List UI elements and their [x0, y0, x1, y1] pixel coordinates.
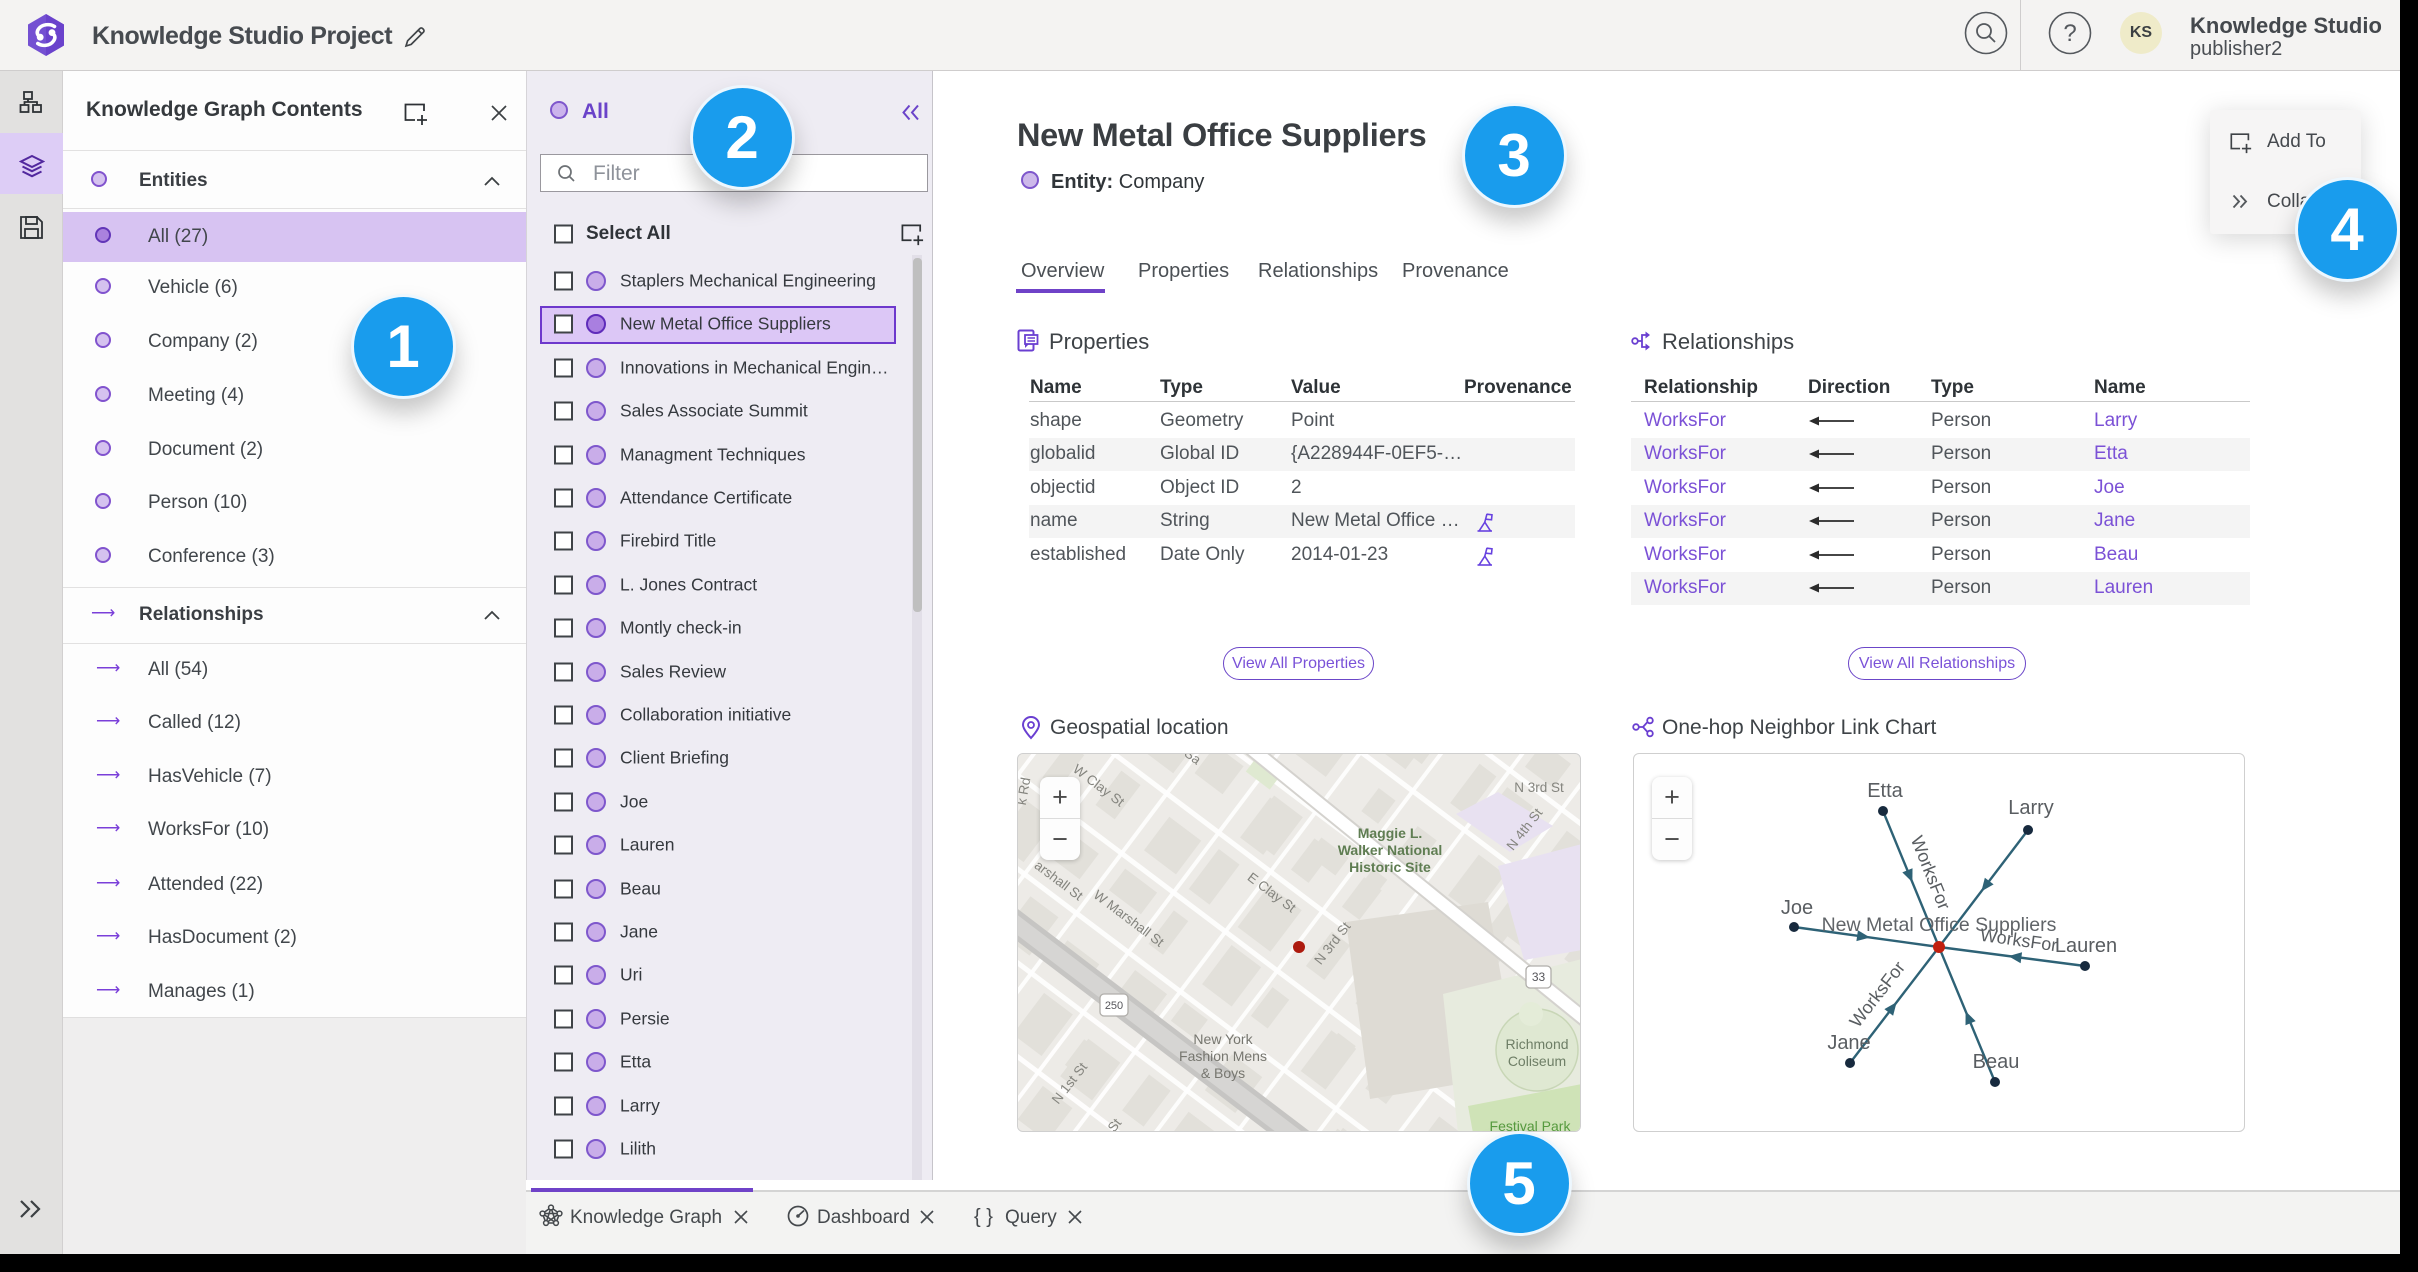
svg-text:Coliseum: Coliseum [1508, 1053, 1566, 1069]
svg-text:Joe: Joe [1781, 897, 1813, 919]
svg-text:Historic Site: Historic Site [1349, 859, 1431, 875]
svg-text:Lauren: Lauren [2055, 935, 2117, 957]
svg-text:Maggie L.: Maggie L. [1358, 825, 1423, 841]
svg-text:WorksFor: WorksFor [1907, 833, 1955, 913]
svg-text:& Boys: & Boys [1201, 1065, 1245, 1081]
svg-text:?: ? [2063, 20, 2076, 47]
svg-text:N 3rd St: N 3rd St [1514, 780, 1564, 795]
svg-text:Jane: Jane [1827, 1032, 1870, 1054]
svg-text:Walker National: Walker National [1338, 842, 1443, 858]
svg-text:WorksFor: WorksFor [1845, 958, 1909, 1032]
svg-text:250: 250 [1105, 1000, 1123, 1012]
svg-text:Festival Park: Festival Park [1490, 1118, 1572, 1132]
svg-text:Larry: Larry [2008, 797, 2054, 819]
svg-text:Beau: Beau [1973, 1051, 2020, 1073]
svg-text:Richmond: Richmond [1505, 1036, 1568, 1052]
svg-text:33: 33 [1532, 970, 1546, 984]
svg-text:Etta: Etta [1867, 780, 1903, 802]
svg-text:New York: New York [1193, 1031, 1253, 1047]
svg-text:Fashion Mens: Fashion Mens [1179, 1048, 1267, 1064]
